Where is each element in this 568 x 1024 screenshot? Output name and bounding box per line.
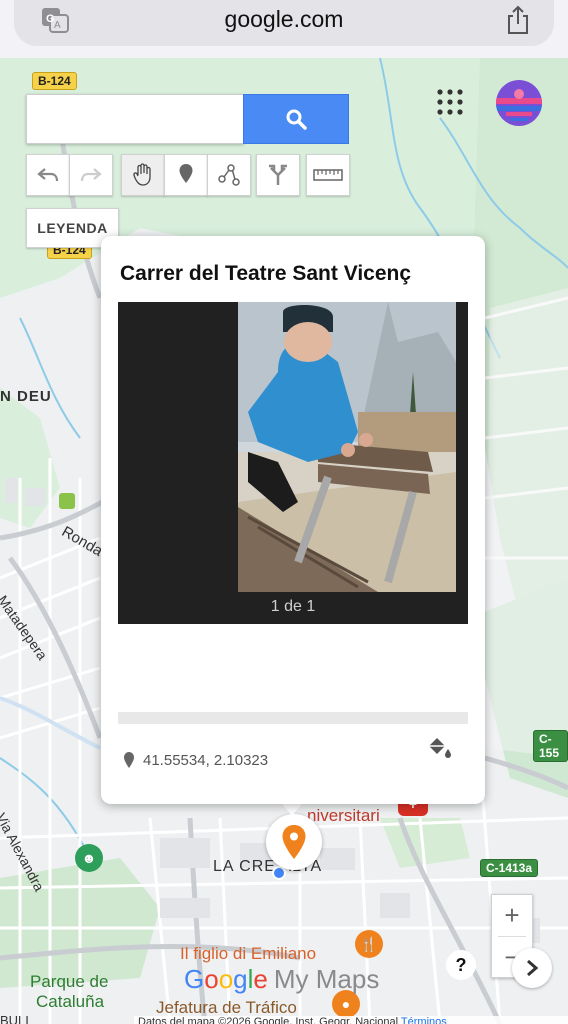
- place-info-card: Carrer del Teatre Sant Vicenç 1 de 1 41.…: [101, 236, 485, 804]
- search-button[interactable]: [243, 94, 349, 144]
- add-marker-button[interactable]: [164, 154, 208, 196]
- photo-counter: 1 de 1: [270, 598, 316, 615]
- place-title: Carrer del Teatre Sant Vicenç: [120, 262, 412, 285]
- poi-label-jefatura: Jefatura de Tráfico: [156, 998, 297, 1017]
- help-button[interactable]: ?: [446, 950, 476, 980]
- line-icon: [218, 164, 240, 186]
- directions-button[interactable]: [256, 154, 300, 196]
- undo-button[interactable]: [26, 154, 70, 196]
- poi-label-restaurant: Il figlio di Emiliano: [180, 944, 317, 963]
- search-input[interactable]: [26, 94, 244, 144]
- coordinates-text: 41.55534, 2.10323: [143, 751, 269, 769]
- draw-line-button[interactable]: [207, 154, 251, 196]
- undo-icon: [37, 168, 59, 182]
- logo-letter: o: [204, 964, 219, 994]
- small-poi-icon[interactable]: [59, 493, 75, 509]
- selected-place-marker[interactable]: [266, 814, 322, 870]
- map-label-cataluna: Cataluña: [36, 992, 105, 1011]
- directions-icon: [269, 164, 287, 185]
- search-text-field[interactable]: [27, 95, 243, 143]
- restaurant-icon[interactable]: 🍴: [355, 930, 383, 958]
- park-icon[interactable]: ☻: [75, 844, 103, 872]
- road-shield-b124: B-124: [32, 72, 77, 90]
- marker-icon: [179, 164, 193, 183]
- map-label-parque: Parque de: [30, 972, 109, 991]
- apps-grid-icon[interactable]: [436, 88, 464, 116]
- place-photo[interactable]: [238, 302, 456, 592]
- google-my-maps-logo: Google My Maps: [184, 964, 379, 995]
- redo-icon: [80, 168, 102, 182]
- browser-bar: G A google.com: [0, 0, 568, 58]
- logo-letter: G: [184, 964, 205, 994]
- url-text[interactable]: google.com: [14, 6, 554, 33]
- map-label-neighborhood: N DEU: [0, 388, 52, 405]
- hand-icon: [133, 163, 151, 186]
- pan-tool-button[interactable]: [121, 154, 165, 196]
- my-maps-wordmark: My Maps: [273, 964, 380, 994]
- coordinates-row: 41.55534, 2.10323: [123, 751, 268, 769]
- logo-letter: e: [253, 964, 268, 994]
- map-attribution: Datos del mapa ©2026 Google, Inst. Geogr…: [134, 1016, 568, 1024]
- attribution-text: Datos del mapa ©2026 Google, Inst. Geogr…: [138, 1016, 399, 1024]
- chevron-right-icon: [527, 959, 539, 977]
- photo-viewer[interactable]: 1 de 1: [118, 302, 468, 624]
- ruler-icon: [313, 169, 343, 181]
- paint-bucket-icon[interactable]: [426, 736, 452, 760]
- terms-link[interactable]: Términos: [401, 1016, 447, 1024]
- location-pin-icon: [124, 752, 134, 768]
- road-shield-c1413a: C-1413a: [480, 859, 539, 877]
- google-wordmark: Google: [184, 964, 268, 995]
- next-button[interactable]: [512, 948, 552, 988]
- map-label-universitari: niversitari: [307, 806, 380, 825]
- map-label-bul: BULI: [0, 1013, 29, 1024]
- map-pin-icon: [282, 825, 306, 859]
- logo-letter: g: [233, 964, 248, 994]
- zoom-in-button[interactable]: +: [492, 895, 532, 936]
- logo-letter: o: [218, 964, 234, 994]
- road-shield-c155: C-155: [533, 730, 568, 762]
- share-icon[interactable]: [504, 4, 532, 36]
- address-bar[interactable]: G A google.com: [14, 0, 554, 46]
- map-canvas[interactable]: B-124 B-124 C-155 C-1413a N DEU Ronda de…: [0, 58, 568, 1024]
- redo-button[interactable]: [69, 154, 113, 196]
- measure-button[interactable]: [306, 154, 350, 196]
- avatar[interactable]: [496, 80, 542, 126]
- search-icon: [286, 109, 307, 130]
- card-divider-bar: [118, 712, 468, 724]
